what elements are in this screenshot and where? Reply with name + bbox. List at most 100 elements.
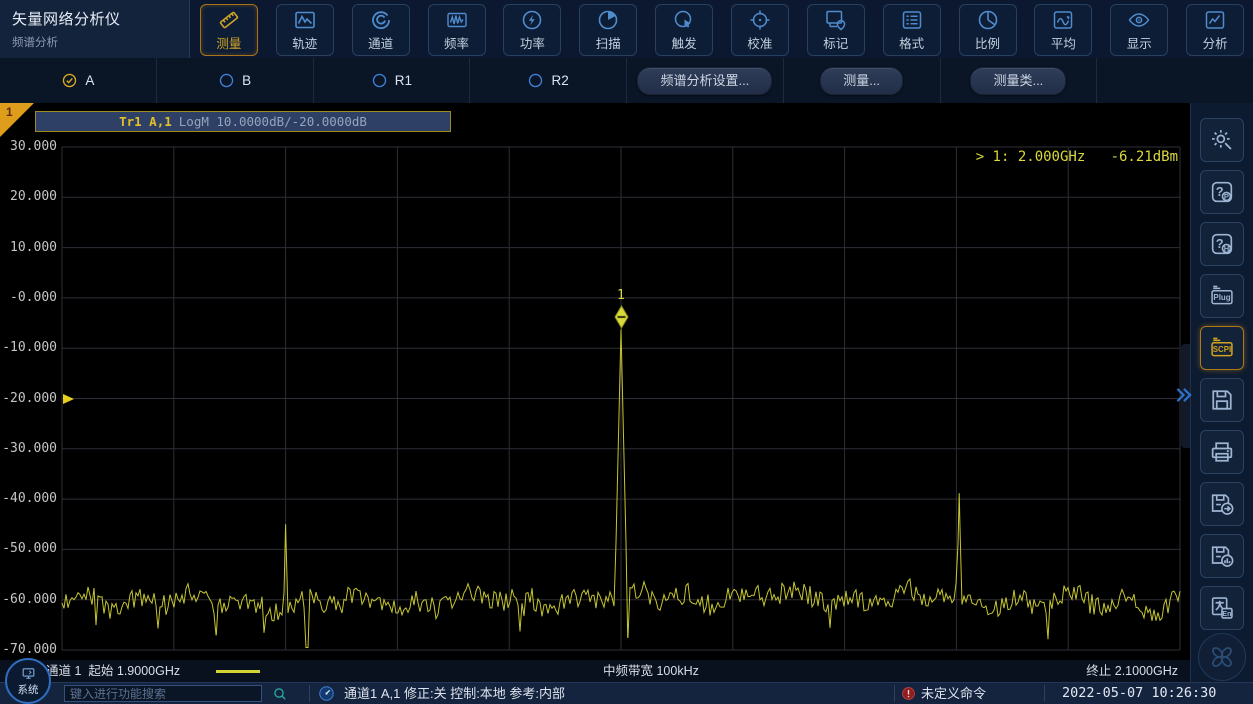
help-p-icon: ?P — [1208, 178, 1236, 206]
measure-class-button[interactable]: 测量类... — [970, 67, 1066, 95]
sidebar-button-help-part[interactable]: ?P — [1200, 170, 1244, 214]
receiver-radio-R1[interactable]: R1 — [371, 72, 412, 89]
toolbar-button-label: 格式 — [884, 33, 940, 52]
sidebar-button-print[interactable] — [1200, 430, 1244, 474]
radio-unchecked-icon — [371, 72, 388, 89]
topbar: 矢量网络分析仪 频谱分析 测量轨迹通道频率功率扫描触发校准 标记 格式 比例平均 显示 分… — [0, 0, 1253, 59]
measure-icon — [217, 8, 241, 32]
trace-format: LogM 10.0000dB/-20.0000dB — [179, 114, 367, 129]
toolbar-button-power[interactable]: 功率 — [503, 4, 561, 56]
toolbar-button-display[interactable]: 显示 — [1110, 4, 1168, 56]
toolbar-slot: 格式 — [874, 2, 950, 57]
power-icon — [520, 8, 544, 32]
toolbar-slot: 触发 — [646, 2, 722, 57]
svg-text:P: P — [1224, 192, 1229, 201]
toolbar-button-sweep[interactable]: 扫描 — [579, 4, 637, 56]
toolbar-button-label: 显示 — [1111, 33, 1167, 52]
receiver-radio-label: R1 — [395, 73, 412, 88]
toolbar-slot: 通道 — [343, 2, 419, 57]
calibration-icon — [748, 8, 772, 32]
spectrum-settings-button[interactable]: 频谱分析设置... — [637, 67, 772, 95]
toolbar-button-label: 标记 — [808, 33, 864, 52]
footer-channel: 通道 1 — [46, 664, 81, 678]
system-icon — [20, 666, 37, 681]
sidebar-button-save[interactable] — [1200, 378, 1244, 422]
sidebar-button-save-data[interactable] — [1200, 534, 1244, 578]
search-input[interactable] — [64, 685, 262, 702]
toolbar-button-frequency[interactable]: 频率 — [428, 4, 486, 56]
expand-panel-chevron-icon[interactable] — [1173, 384, 1194, 406]
radio-checked-icon — [61, 72, 78, 89]
nav-flower-button[interactable] — [1198, 633, 1246, 681]
toolbar-button-calibration[interactable]: 校准 — [731, 4, 789, 56]
toolbar-buttons: 测量轨迹通道频率功率扫描触发校准 标记 格式 比例平均 显示 分析 — [191, 2, 1253, 57]
toolbar-button-label: 扫描 — [580, 33, 636, 52]
trace-name: Tr1 A,1 — [119, 114, 172, 129]
sidebar-button-translate[interactable]: En — [1200, 586, 1244, 630]
toolbar-button-label: 轨迹 — [277, 33, 333, 52]
toolbar-slot: 平均 — [1025, 2, 1101, 57]
y-axis-tick: -10.000 — [0, 340, 57, 356]
trace-title-bar[interactable]: Tr1 A,1 LogM 10.0000dB/-20.0000dB — [35, 111, 451, 132]
sidebar-button-save-export[interactable] — [1200, 482, 1244, 526]
toolbar-button-label: 比例 — [960, 33, 1016, 52]
toolbar-button-label: 校准 — [732, 33, 788, 52]
receiver-cell: R2 — [470, 58, 627, 103]
receiver-cell: B — [157, 58, 314, 103]
toolbar-button-channel[interactable]: 通道 — [352, 4, 410, 56]
toolbar-button-analysis[interactable]: 分析 — [1186, 4, 1244, 56]
sidebar-button-scpi[interactable]: SCPI — [1200, 326, 1244, 370]
toolbar-button-label: 分析 — [1187, 33, 1243, 52]
receiver-cell: A — [0, 58, 157, 103]
toolbar-slot: 显示 — [1101, 2, 1177, 57]
svg-text:Plug: Plug — [1213, 293, 1230, 302]
toolbar-slot: 标记 — [798, 2, 874, 57]
statusbar-divider — [1044, 685, 1045, 702]
y-axis-tick: -30.000 — [0, 441, 57, 457]
footer-if-bandwidth: 中频带宽 100kHz — [603, 660, 699, 682]
save-export-icon — [1208, 490, 1236, 518]
toolbar-button-format[interactable]: 格式 — [883, 4, 941, 56]
sidebar: ?P ?H Plug SCPI En — [1190, 103, 1253, 682]
system-button[interactable]: 系统 — [5, 658, 51, 704]
scale-icon — [976, 8, 1000, 32]
gear-icon — [1208, 126, 1236, 154]
toolbar-button-average[interactable]: 平均 — [1034, 4, 1092, 56]
toolbar-button-label: 频率 — [429, 33, 485, 52]
save-data-icon — [1208, 542, 1236, 570]
trigger-icon — [672, 8, 696, 32]
toolbar-button-trigger[interactable]: 触发 — [655, 4, 713, 56]
toolbar-button-label: 平均 — [1035, 33, 1091, 52]
display-icon — [1127, 8, 1151, 32]
channel-tab[interactable]: 1 — [0, 103, 34, 137]
receiver-radio-R2[interactable]: R2 — [527, 72, 568, 89]
receiver-radio-B[interactable]: B — [218, 72, 251, 89]
plug-icon: Plug — [1208, 282, 1236, 310]
scpi-icon: SCPI — [1208, 334, 1236, 362]
toolbar-button-scale[interactable]: 比例 — [959, 4, 1017, 56]
svg-text:En: En — [1222, 611, 1231, 618]
search-icon[interactable] — [272, 686, 288, 702]
app-title-block: 矢量网络分析仪 频谱分析 — [0, 0, 190, 58]
reference-level-arrow-icon — [63, 394, 74, 404]
datetime: 2022-05-07 10:26:30 — [1062, 683, 1216, 704]
measure-dialog-button[interactable]: 测量... — [820, 67, 903, 95]
toolbar-button-marker[interactable]: 标记 — [807, 4, 865, 56]
receiver-cell: 频谱分析设置... — [627, 58, 784, 103]
sidebar-button-help-manual[interactable]: ?H — [1200, 222, 1244, 266]
sidebar-button-settings[interactable] — [1200, 118, 1244, 162]
y-axis-tick: 10.000 — [0, 240, 57, 256]
statusbar-divider — [894, 685, 895, 702]
receiver-radio-A[interactable]: A — [61, 72, 94, 89]
radio-unchecked-icon — [527, 72, 544, 89]
print-icon — [1208, 438, 1236, 466]
trace1-color-legend — [216, 670, 260, 673]
sidebar-button-plug[interactable]: Plug — [1200, 274, 1244, 318]
toolbar-button-measure[interactable]: 测量 — [200, 4, 258, 56]
warning-icon — [901, 686, 916, 701]
sweep-icon — [596, 8, 620, 32]
receiver-bar: A B R1 R2 频谱分析设置... 测量... 测量类... — [0, 58, 1253, 103]
statusbar-divider — [309, 685, 310, 702]
toolbar-slot: 校准 — [722, 2, 798, 57]
toolbar-button-trace[interactable]: 轨迹 — [276, 4, 334, 56]
